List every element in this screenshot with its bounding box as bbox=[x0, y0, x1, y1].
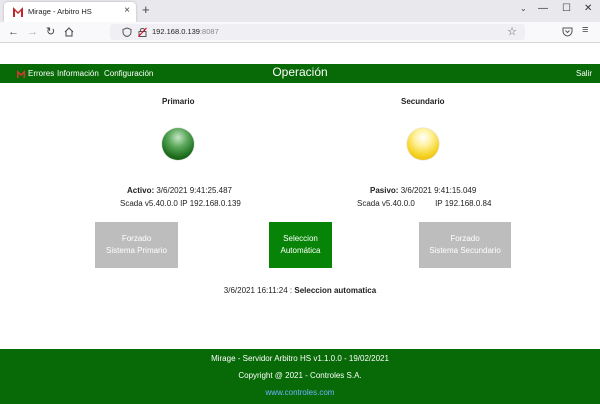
secondary-ip: IP 192.168.0.84 bbox=[435, 199, 492, 208]
auto-select-button[interactable]: Seleccion Automática bbox=[269, 222, 332, 268]
primary-status-led bbox=[162, 128, 194, 160]
secondary-scada-line: Scada v5.40.0.0 IP 192.168.0.84 bbox=[357, 199, 491, 208]
logout-link[interactable]: Salir bbox=[576, 69, 592, 78]
shield-icon[interactable] bbox=[122, 27, 132, 37]
window-close-icon[interactable]: ✕ bbox=[584, 3, 592, 14]
force-secondary-label-1: Forzado bbox=[450, 234, 480, 243]
secondary-state-line: Pasivo: 3/6/2021 9:41:15.049 bbox=[370, 186, 476, 195]
footer-version: Mirage - Servidor Arbitro HS v1.1.0.0 - … bbox=[211, 354, 389, 363]
primary-state-label: Activo: bbox=[127, 186, 155, 195]
status-text: Seleccion automatica bbox=[294, 286, 377, 295]
tab-close-icon[interactable]: × bbox=[124, 5, 130, 16]
footer-copyright: Copyright @ 2021 - Controles S.A. bbox=[238, 371, 362, 380]
url-text[interactable]: 192.168.0.139:8087 bbox=[152, 27, 219, 36]
footer: Mirage - Servidor Arbitro HS v1.1.0.0 - … bbox=[0, 349, 600, 404]
tab-title: Mirage - Arbitro HS bbox=[28, 7, 92, 16]
force-secondary-label-2: Sistema Secundario bbox=[429, 246, 501, 255]
maximize-icon[interactable]: ☐ bbox=[562, 3, 571, 14]
secondary-title: Secundario bbox=[401, 97, 445, 106]
insecure-lock-icon[interactable] bbox=[138, 27, 147, 37]
status-time: 3/6/2021 16:11:24 : bbox=[223, 286, 293, 295]
secondary-state-time: 3/6/2021 9:41:15.049 bbox=[400, 186, 477, 195]
force-primary-button[interactable]: Forzado Sistema Primario bbox=[95, 222, 178, 268]
force-primary-label-1: Forzado bbox=[121, 234, 152, 243]
page-title: Operación bbox=[272, 65, 328, 79]
app-header: Errores Información Configuración Operac… bbox=[0, 64, 600, 83]
home-icon[interactable] bbox=[64, 27, 74, 37]
pocket-icon[interactable] bbox=[562, 26, 573, 37]
auto-select-label-1: Seleccion bbox=[283, 234, 318, 243]
browser-navbar: ← → ↻ 192.168.0.139:8087 ☆ ≡ bbox=[0, 22, 600, 43]
secondary-scada-version: Scada v5.40.0.0 bbox=[357, 199, 415, 208]
footer-link-row: www.controles.com bbox=[0, 388, 600, 397]
new-tab-icon[interactable]: + bbox=[142, 2, 150, 17]
mirage-logo-icon bbox=[13, 7, 23, 17]
primary-scada-version: Scada v5.40.0.0 bbox=[120, 199, 178, 208]
url-bar[interactable]: 192.168.0.139:8087 ☆ bbox=[110, 24, 525, 40]
secondary-status-led bbox=[407, 128, 439, 160]
force-secondary-button[interactable]: Forzado Sistema Secundario bbox=[419, 222, 511, 268]
browser-tab[interactable]: Mirage - Arbitro HS × bbox=[4, 2, 136, 22]
primary-scada-line: Scada v5.40.0.0 IP 192.168.0.139 bbox=[120, 199, 241, 208]
primary-title: Primario bbox=[162, 97, 195, 106]
list-tabs-chevron-icon[interactable]: ⌄ bbox=[520, 4, 527, 13]
reload-icon[interactable]: ↻ bbox=[46, 25, 55, 39]
status-message: 3/6/2021 16:11:24 : Seleccion automatica bbox=[0, 286, 600, 295]
back-arrow-icon[interactable]: ← bbox=[8, 25, 19, 39]
auto-select-label-2: Automática bbox=[280, 246, 321, 255]
secondary-state-label: Pasivo: bbox=[370, 186, 399, 195]
footer-website-link[interactable]: www.controles.com bbox=[266, 388, 335, 397]
minimize-icon[interactable]: — bbox=[538, 3, 548, 14]
hamburger-menu-icon[interactable]: ≡ bbox=[582, 24, 588, 36]
forward-arrow-icon[interactable]: → bbox=[27, 25, 38, 39]
primary-ip: IP 192.168.0.139 bbox=[180, 199, 241, 208]
primary-state-line: Activo: 3/6/2021 9:41:25.487 bbox=[127, 186, 232, 195]
force-primary-label-2: Sistema Primario bbox=[106, 246, 167, 255]
browser-tabbar: Mirage - Arbitro HS × + ⌄ — ☐ ✕ bbox=[0, 0, 600, 22]
bookmark-star-icon[interactable]: ☆ bbox=[507, 25, 517, 38]
primary-state-time: 3/6/2021 9:41:25.487 bbox=[156, 186, 232, 195]
